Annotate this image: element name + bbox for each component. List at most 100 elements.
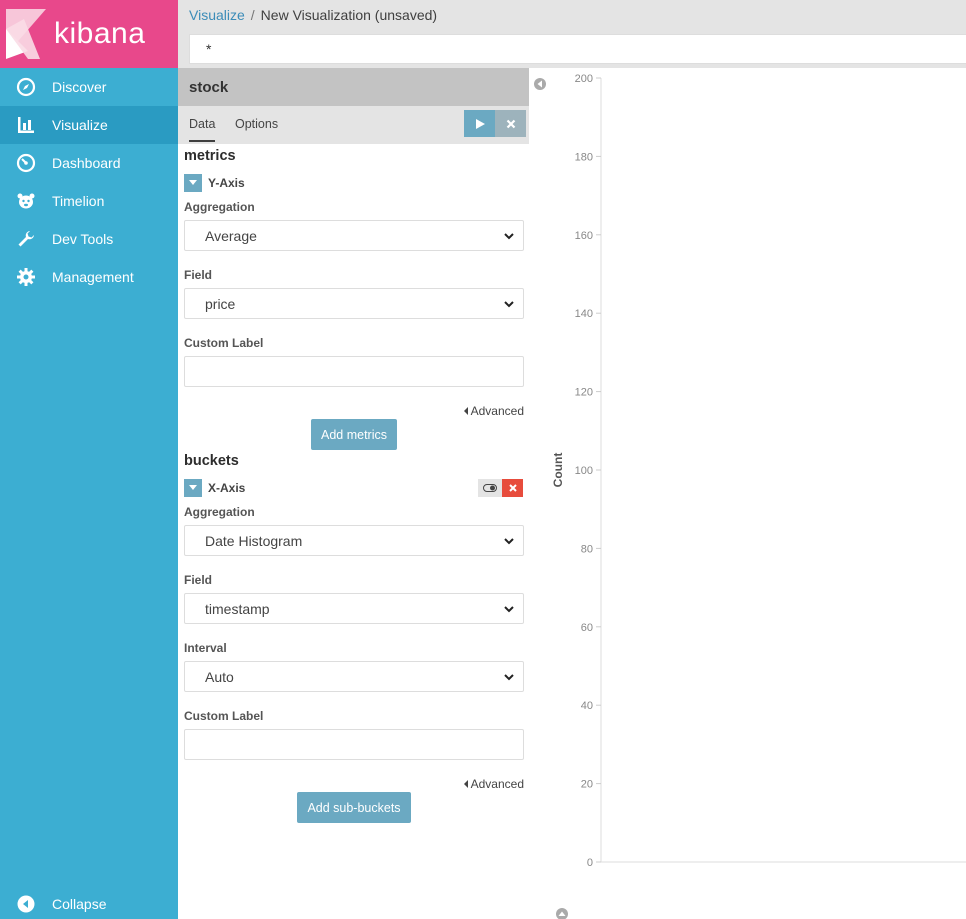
buckets-advanced-toggle[interactable]: Advanced <box>463 777 524 791</box>
metrics-heading: metrics <box>184 148 236 164</box>
buckets-interval-select[interactable]: Auto <box>184 661 524 692</box>
buckets-field-label: Field <box>184 573 213 587</box>
buckets-custom-label-input[interactable] <box>184 729 524 760</box>
y-tick-label: 180 <box>575 151 593 163</box>
close-icon <box>508 484 517 492</box>
search-query-input[interactable] <box>189 34 966 64</box>
add-sub-buckets-button[interactable]: Add sub-buckets <box>297 792 411 823</box>
metrics-custom-label-label: Custom Label <box>184 336 264 350</box>
metrics-advanced-label: Advanced <box>470 404 524 418</box>
sidebar-item-label: Management <box>52 269 134 285</box>
y-tick-label: 60 <box>581 622 593 634</box>
editor-panel: stock Data Options metrics Y-Axis Aggreg… <box>178 68 529 919</box>
compass-icon <box>0 77 52 97</box>
add-metrics-button[interactable]: Add metrics <box>311 419 397 450</box>
tab-data[interactable]: Data <box>189 117 216 142</box>
x-axis-title: X-Axis <box>208 481 246 495</box>
wrench-icon <box>0 229 52 249</box>
y-tick-label: 20 <box>581 779 593 791</box>
buckets-aggregation-select[interactable]: Date Histogram <box>184 525 524 556</box>
y-axis-toggle-button[interactable] <box>184 174 202 192</box>
y-axis-ticks: 0 20 40 60 80 100 120 140 160 180 200 <box>575 73 601 869</box>
x-axis-agg-header: X-Axis <box>184 479 245 497</box>
discard-changes-button[interactable] <box>495 110 526 137</box>
caret-left-icon <box>463 407 468 415</box>
x-axis-controls <box>478 479 523 497</box>
buckets-heading: buckets <box>184 453 239 469</box>
breadcrumb-visualize-link[interactable]: Visualize <box>189 7 245 23</box>
chevron-down-icon <box>504 674 514 681</box>
close-icon <box>506 119 515 128</box>
metrics-field-value: price <box>205 296 236 312</box>
y-tick-label: 200 <box>575 73 593 85</box>
dashboard-gauge-icon <box>0 153 52 173</box>
sidebar-item-management[interactable]: Management <box>0 258 178 296</box>
sidebar-item-discover[interactable]: Discover <box>0 68 178 106</box>
gear-icon <box>0 267 52 287</box>
buckets-aggregation-value: Date Histogram <box>205 533 303 549</box>
collapse-button[interactable]: Collapse <box>0 889 178 919</box>
buckets-custom-label-label: Custom Label <box>184 709 264 723</box>
chevron-down-icon <box>189 485 197 490</box>
y-axis-label: Count <box>551 453 565 488</box>
sidebar: kibana Discover Visualize Dashboard Time… <box>0 0 178 919</box>
sidebar-item-visualize[interactable]: Visualize <box>0 106 178 144</box>
kibana-logo-icon <box>6 9 46 59</box>
breadcrumb-separator: / <box>250 7 255 23</box>
bar-chart-icon <box>0 115 52 135</box>
brand-logo[interactable]: kibana <box>0 0 178 68</box>
chevron-down-icon <box>504 301 514 308</box>
y-tick-label: 120 <box>575 387 593 399</box>
x-axis-toggle-button[interactable] <box>184 479 202 497</box>
x-axis-remove-button[interactable] <box>502 479 523 497</box>
brand-name: kibana <box>54 17 146 50</box>
play-icon <box>475 118 485 129</box>
buckets-field-select[interactable]: timestamp <box>184 593 524 624</box>
metrics-field-label: Field <box>184 268 213 282</box>
top-bar: Visualize / New Visualization (unsaved) <box>178 0 966 68</box>
breadcrumb-current: New Visualization (unsaved) <box>260 7 438 23</box>
buckets-interval-value: Auto <box>205 669 234 685</box>
metrics-aggregation-label: Aggregation <box>184 200 255 214</box>
y-axis-agg-header: Y-Axis <box>184 174 245 192</box>
buckets-aggregation-label: Aggregation <box>184 505 255 519</box>
buckets-field-value: timestamp <box>205 601 270 617</box>
metrics-advanced-toggle[interactable]: Advanced <box>463 404 524 418</box>
breadcrumb: Visualize / New Visualization (unsaved) <box>189 7 437 23</box>
apply-changes-button[interactable] <box>464 110 495 137</box>
metrics-aggregation-select[interactable]: Average <box>184 220 524 251</box>
x-axis-enable-toggle[interactable] <box>478 479 502 497</box>
y-axis-title: Y-Axis <box>208 176 245 190</box>
metrics-custom-label-input[interactable] <box>184 356 524 387</box>
collapse-label: Collapse <box>52 896 107 912</box>
metrics-aggregation-value: Average <box>205 228 257 244</box>
y-tick-label: 80 <box>581 543 593 555</box>
timelion-bear-icon <box>0 191 52 211</box>
chart-canvas: Count 0 20 40 60 80 100 120 140 160 180 200 <box>534 73 966 919</box>
y-tick-label: 160 <box>575 230 593 242</box>
sidebar-item-label: Dashboard <box>52 155 121 171</box>
buckets-advanced-label: Advanced <box>470 777 524 791</box>
editor-tabs: Data Options <box>178 106 529 144</box>
index-pattern-title: stock <box>178 68 529 106</box>
sidebar-item-timelion[interactable]: Timelion <box>0 182 178 220</box>
sidebar-item-label: Visualize <box>52 117 108 133</box>
sidebar-item-label: Timelion <box>52 193 105 209</box>
chart-area: Count 0 20 40 60 80 100 120 140 160 180 200 <box>529 68 966 919</box>
expand-legend-button[interactable] <box>556 908 568 919</box>
y-tick-label: 100 <box>575 465 593 477</box>
metrics-field-select[interactable]: price <box>184 288 524 319</box>
buckets-interval-label: Interval <box>184 641 227 655</box>
sidebar-item-label: Discover <box>52 79 107 95</box>
chevron-down-icon <box>189 180 197 185</box>
collapse-editor-button[interactable] <box>534 78 546 90</box>
sidebar-item-dev-tools[interactable]: Dev Tools <box>0 220 178 258</box>
sidebar-item-label: Dev Tools <box>52 231 114 247</box>
sidebar-item-dashboard[interactable]: Dashboard <box>0 144 178 182</box>
caret-left-icon <box>463 780 468 788</box>
tab-options[interactable]: Options <box>235 117 278 131</box>
collapse-arrow-icon <box>0 895 52 913</box>
y-tick-label: 40 <box>581 700 593 712</box>
chevron-down-icon <box>504 538 514 545</box>
chevron-down-icon <box>504 606 514 613</box>
